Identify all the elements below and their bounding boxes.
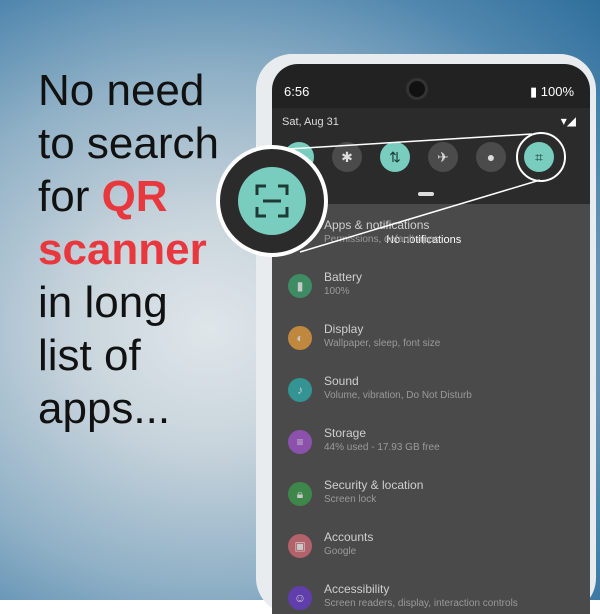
clock: 6:56 [284, 84, 310, 99]
settings-title: Accessibility [324, 582, 390, 596]
status-bar: 6:56 ▮ 100% [272, 64, 590, 108]
settings-title: Display [324, 322, 364, 336]
mobile-data-tile[interactable]: ⇅ [380, 142, 410, 172]
headline-qr: QR [101, 172, 168, 221]
battery-percent: 100% [540, 84, 574, 99]
qr-tile-highlight-ring [516, 132, 566, 182]
headline-line-6: list of [38, 331, 141, 380]
settings-storage[interactable]: ≡ Storage 44% used - 17.93 GB free [272, 420, 590, 472]
settings-title: Security & location [324, 478, 424, 492]
settings-battery[interactable]: ▮ Battery 100% [272, 264, 590, 316]
settings-sub: Screen lock [324, 494, 377, 505]
settings-title: Apps & notifications [324, 218, 430, 232]
storage-icon: ≡ [288, 430, 312, 454]
drag-handle[interactable] [418, 192, 434, 196]
signal-icon: ▾◢ [560, 114, 576, 128]
settings-display[interactable]: ◐ Display Wallpaper, sleep, font size [272, 316, 590, 368]
camera-icon [406, 78, 428, 100]
airplane-tile[interactable]: ✈ [428, 142, 458, 172]
headline-line-1: No need [38, 66, 205, 115]
bluetooth-tile[interactable]: ✱ [332, 142, 362, 172]
lock-icon: 🔒︎ [288, 482, 312, 506]
location-tile[interactable]: ● [476, 142, 506, 172]
accounts-icon: ▣ [288, 534, 312, 558]
settings-sub: 44% used - 17.93 GB free [324, 442, 440, 453]
battery-status: ▮ 100% [529, 84, 574, 99]
headline-line-7: apps... [38, 384, 171, 433]
qs-date: Sat, Aug 31 [282, 116, 339, 128]
sound-icon: ♪ [288, 378, 312, 402]
settings-title: Sound [324, 374, 359, 388]
settings-accounts[interactable]: ▣ Accounts Google [272, 524, 590, 576]
accessibility-icon: ☺ [288, 586, 312, 610]
headline-line-5: in long [38, 278, 168, 327]
settings-sub: Wallpaper, sleep, font size [324, 338, 441, 349]
settings-sub: Google [324, 546, 357, 557]
settings-title: Accounts [324, 530, 374, 544]
settings-sub: Permissions, default apps [324, 234, 439, 245]
settings-security[interactable]: 🔒︎ Security & location Screen lock [272, 472, 590, 524]
settings-title: Storage [324, 426, 367, 440]
settings-sub: 100% [324, 286, 350, 297]
settings-sound[interactable]: ♪ Sound Volume, vibration, Do Not Distur… [272, 368, 590, 420]
zoom-magnifier [216, 145, 328, 257]
headline: No need to search for QR scanner in long… [38, 64, 268, 435]
settings-accessibility[interactable]: ☺ Accessibility Screen readers, display,… [272, 576, 590, 614]
qr-scanner-icon [238, 167, 306, 235]
battery-icon: ▮ [288, 274, 312, 298]
settings-sub: Volume, vibration, Do Not Disturb [324, 390, 472, 401]
settings-list: No notifications ▦ Apps & notifications … [272, 204, 590, 614]
display-icon: ◐ [288, 326, 312, 350]
settings-title: Battery [324, 270, 363, 284]
headline-for: for [38, 172, 102, 221]
